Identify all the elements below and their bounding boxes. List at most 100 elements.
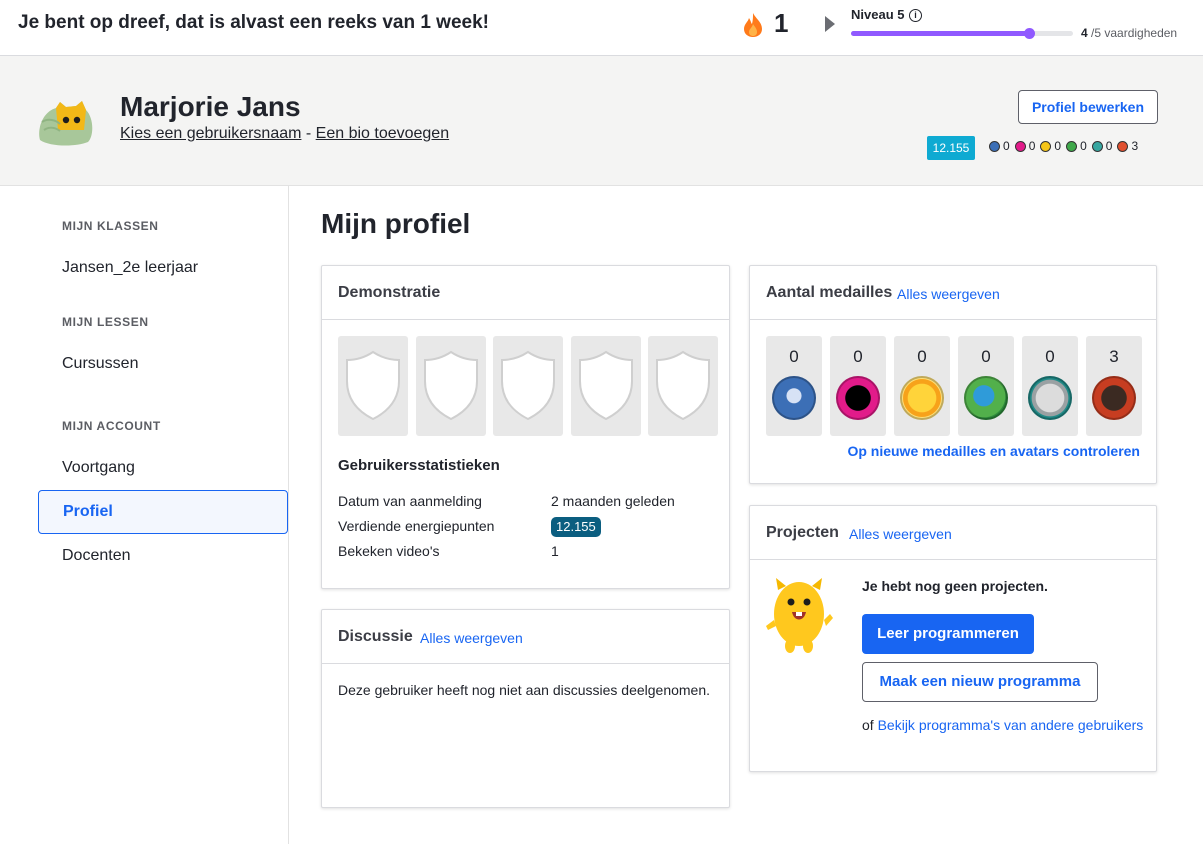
top-bar: Je bent op dreef, dat is alvast een reek… [0, 0, 1203, 56]
earth-badge-count: 0 [917, 347, 927, 366]
black-hole-badge-count: 0 [1045, 347, 1055, 366]
sun-badge-slot[interactable]: 0 [958, 336, 1014, 436]
profile-header: Marjorie Jans Kies een gebruikersnaam - … [0, 56, 1203, 186]
meteorite-badge-icon [989, 140, 1000, 152]
add-bio-link[interactable]: Een bio toevoegen [316, 125, 449, 142]
medals-title: Aantal medailles [766, 284, 893, 301]
challenge-patch-slot[interactable]: 3 [1086, 336, 1142, 436]
energy-points-badge: 12.155 [927, 136, 975, 160]
badge-showcase-slot[interactable] [570, 336, 641, 436]
earth-badge[interactable]: 0 [1040, 139, 1061, 153]
sidebar-item-profile[interactable]: Profiel [38, 490, 288, 534]
meteorite-badge[interactable]: 0 [989, 139, 1010, 153]
caret-right-icon[interactable] [825, 16, 835, 32]
other-programs-line: of Bekijk programma's van andere gebruik… [862, 717, 1143, 733]
videos-watched-value: 1 [551, 543, 559, 559]
black-hole-badge-icon [1028, 376, 1072, 420]
sidebar-item-courses[interactable]: Cursussen [62, 355, 138, 373]
earth-badge-icon [1040, 140, 1052, 152]
sidebar-section-account: MIJN ACCOUNT [62, 419, 161, 433]
projects-title: Projecten [766, 524, 839, 541]
challenge-patch-count: 3 [1131, 139, 1139, 153]
mascot-illustration [766, 578, 833, 653]
challenge-patch-icon [1117, 140, 1129, 152]
videos-watched-label: Bekeken video's [338, 543, 440, 559]
level-progress-bar [851, 28, 1073, 39]
demonstration-card: Demonstratie Gebruikersstatistieken Datu… [321, 265, 730, 589]
meteorite-badge-count: 0 [1003, 139, 1010, 153]
empty-shield-icon [501, 350, 555, 421]
browse-programs-link[interactable]: Bekijk programma's van andere gebruikers [878, 717, 1144, 733]
projects-card-header: Projecten Alles weergeven [750, 506, 1156, 560]
discussion-empty-text: Deze gebruiker heeft nog niet aan discus… [338, 682, 711, 698]
medals-card-header: Aantal medailles Alles weergeven [750, 266, 1156, 320]
user-links: Kies een gebruikersnaam - Een bio toevoe… [120, 125, 449, 143]
projects-card: Projecten Alles weergeven Je hebt nog ge… [749, 505, 1157, 772]
streak-count: 1 [774, 8, 789, 38]
page-title: Mijn profiel [321, 208, 471, 239]
demonstration-title: Demonstratie [338, 284, 441, 301]
empty-shield-icon [656, 350, 710, 421]
challenge-patch[interactable]: 3 [1117, 139, 1138, 153]
sun-badge-count: 0 [981, 347, 991, 366]
new-program-button[interactable]: Maak een nieuw programma [862, 662, 1098, 702]
earth-badge-count: 0 [1054, 139, 1062, 153]
discussion-title: Discussie [338, 628, 413, 645]
earth-badge-slot[interactable]: 0 [894, 336, 950, 436]
black-hole-badge-count: 0 [1105, 139, 1113, 153]
user-name: Marjorie Jans [120, 91, 301, 122]
signup-date-value: 2 maanden geleden [551, 493, 675, 509]
discussion-card: Discussie Alles weergeven Deze gebruiker… [321, 609, 730, 808]
sidebar: MIJN KLASSEN Jansen_2e leerjaar MIJN LES… [0, 186, 289, 844]
level-progress-fill [851, 31, 1029, 36]
sun-badge-icon [1066, 140, 1078, 152]
learn-programming-button[interactable]: Leer programmeren [862, 614, 1034, 654]
sidebar-item-teachers[interactable]: Docenten [62, 547, 131, 565]
sidebar-item-class[interactable]: Jansen_2e leerjaar [62, 259, 198, 277]
badge-showcase-slot[interactable] [415, 336, 486, 436]
or-text: of [862, 717, 878, 733]
badge-showcase-slot[interactable] [338, 336, 408, 436]
user-stats-title: Gebruikersstatistieken [338, 457, 500, 474]
medals-card: Aantal medailles Alles weergeven 000003 … [749, 265, 1157, 484]
earth-badge-icon [900, 376, 944, 420]
energy-points-label: Verdiende energiepunten [338, 518, 495, 534]
sun-badge-icon [964, 376, 1008, 420]
moon-badge-count: 0 [1028, 139, 1036, 153]
empty-shield-icon [346, 350, 400, 421]
moon-badge-slot[interactable]: 0 [830, 336, 886, 436]
moon-badge-icon [1014, 140, 1026, 152]
signup-date-label: Datum van aanmelding [338, 493, 482, 509]
empty-shield-icon [578, 350, 633, 421]
projects-view-all-link[interactable]: Alles weergeven [849, 526, 952, 542]
avatar[interactable] [36, 100, 94, 146]
discussion-view-all-link[interactable]: Alles weergeven [420, 630, 523, 646]
check-new-medals-link[interactable]: Op nieuwe medailles en avatars controler… [847, 443, 1140, 459]
link-separator: - [301, 125, 316, 142]
black-hole-badge-slot[interactable]: 0 [1022, 336, 1078, 436]
skills-total: /5 vaardigheden [1087, 26, 1178, 40]
level-progress-knob [1023, 28, 1035, 39]
discussion-card-header: Discussie Alles weergeven [322, 610, 729, 664]
black-hole-badge[interactable]: 0 [1091, 139, 1113, 153]
demonstration-card-header: Demonstratie [322, 266, 729, 320]
challenge-patch-count: 3 [1109, 347, 1119, 366]
meteorite-badge-slot[interactable]: 0 [766, 336, 822, 436]
streak-message: Je bent op dreef, dat is alvast een reek… [18, 12, 489, 33]
moon-badge[interactable]: 0 [1014, 139, 1036, 153]
choose-username-link[interactable]: Kies een gebruikersnaam [120, 125, 301, 142]
badge-showcase-slot[interactable] [648, 336, 718, 436]
skills-progress-text: 4 /5 vaardigheden [1081, 26, 1177, 40]
sun-badge[interactable]: 0 [1066, 139, 1087, 153]
energy-points-value: 12.155 [551, 517, 601, 537]
edit-profile-button[interactable]: Profiel bewerken [1018, 90, 1158, 124]
info-icon[interactable]: i [909, 9, 922, 22]
medals-view-all-link[interactable]: Alles weergeven [897, 286, 1000, 302]
flame-icon [744, 13, 762, 37]
sidebar-section-lessons: MIJN LESSEN [62, 315, 149, 329]
meteorite-badge-icon [772, 376, 816, 420]
badge-counts[interactable]: 0 0 0 0 0 3 [989, 139, 1143, 153]
sidebar-item-progress[interactable]: Voortgang [62, 459, 135, 477]
badge-showcase-slot[interactable] [493, 336, 563, 436]
challenge-patch-icon [1092, 376, 1136, 420]
